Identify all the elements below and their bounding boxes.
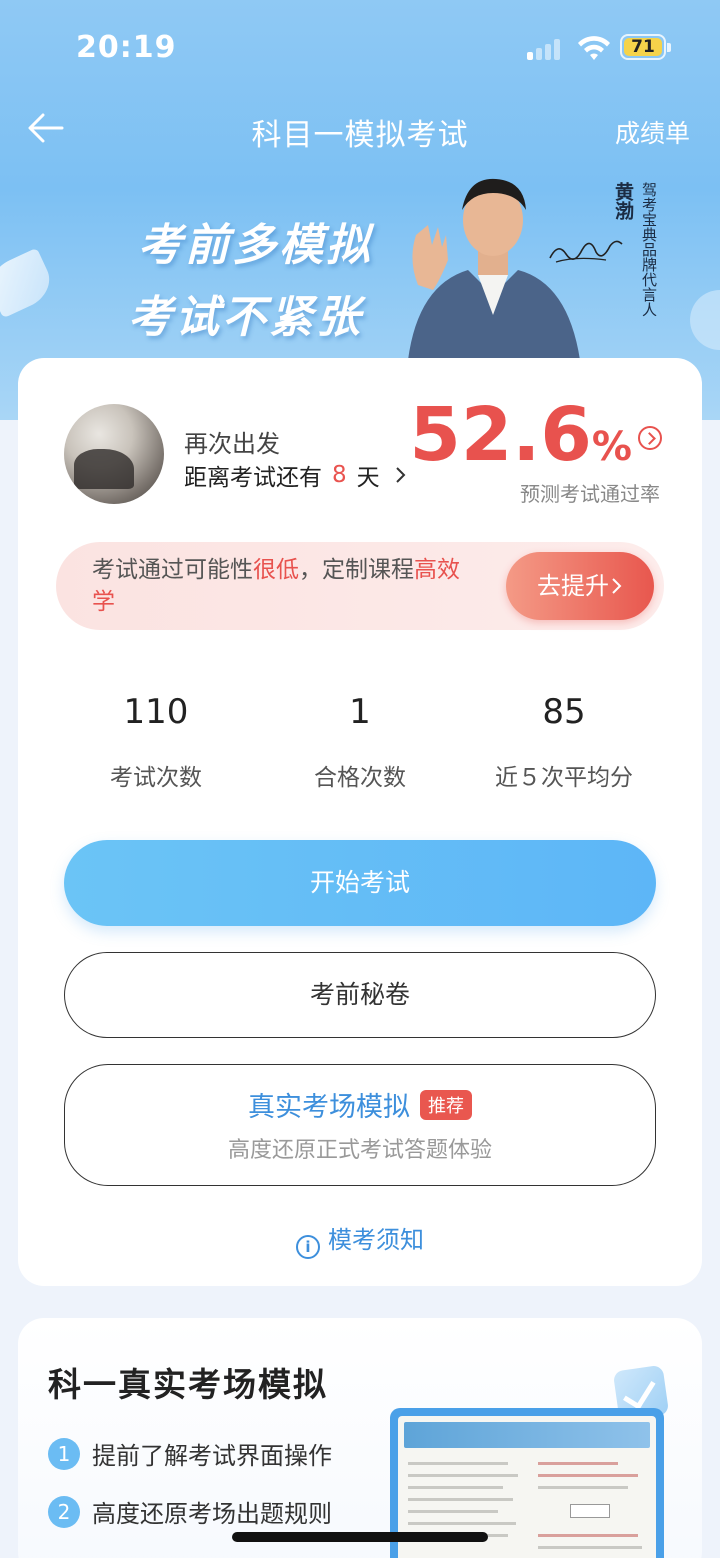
real-exam-subtitle: 高度还原正式考试答题体验: [227, 1138, 492, 1163]
pass-rate-unit: %: [591, 424, 632, 470]
section-title: 科一真实考场模拟: [48, 1365, 328, 1404]
feature-number: 2: [48, 1495, 80, 1528]
start-exam-button[interactable]: 开始考试: [64, 840, 656, 926]
alert-text-part: 考试通过可能性: [92, 557, 253, 583]
score-report-link[interactable]: 成绩单: [615, 114, 690, 150]
signal-icon: [527, 38, 563, 60]
stat-pass-count: 1 合格次数: [258, 688, 462, 792]
stat-value: 110: [123, 692, 189, 732]
alert-highlight: 很低: [253, 557, 299, 583]
decor-shape: [690, 290, 720, 350]
improve-button-label: 去提升: [537, 572, 609, 600]
secret-paper-button[interactable]: 考前秘卷: [64, 952, 656, 1038]
feature-item: 2 高度还原考场出题规则: [48, 1494, 332, 1529]
stat-label: 考试次数: [110, 765, 202, 791]
wifi-icon: [578, 36, 610, 60]
pass-rate-label: 预测考试通过率: [520, 482, 660, 506]
page-title: 科目一模拟考试: [251, 118, 469, 153]
improve-button[interactable]: 去提升: [506, 552, 654, 620]
ambassador-name: 黄渤: [612, 182, 634, 220]
battery-icon: 71: [620, 34, 671, 60]
banner-slogan: 考前多模拟 考试不紧张: [128, 210, 373, 354]
status-time: 20:19: [76, 30, 177, 65]
exam-card: 再次出发 距离考试还有 8 天 52.6% 预测考试通过率 考试通过可能性很低，…: [18, 358, 702, 1286]
pass-rate[interactable]: 52.6% 预测考试通过率: [409, 394, 662, 507]
real-exam-title: 真实考场模拟: [248, 1092, 410, 1123]
slogan-line: 考前多模拟: [138, 220, 373, 271]
real-exam-simulation-button[interactable]: 真实考场模拟 推荐 高度还原正式考试答题体验: [64, 1064, 656, 1186]
stats-row: 110 考试次数 1 合格次数 85 近５次平均分: [54, 688, 666, 792]
countdown-suffix: 天: [356, 465, 380, 491]
feature-item: 1 提前了解考试界面操作: [48, 1436, 332, 1471]
stat-value: 85: [542, 692, 586, 732]
recommend-badge: 推荐: [420, 1089, 472, 1120]
stat-label: 合格次数: [314, 765, 406, 791]
status-bar: 20:19 71: [0, 0, 720, 96]
chevron-circle-icon: [638, 426, 662, 450]
alert-text-part: ，定制课程: [299, 557, 414, 583]
stat-average-score: 85 近５次平均分: [462, 688, 666, 792]
home-indicator: [232, 1532, 488, 1542]
ambassador-tag: 驾考宝典品牌代言人: [640, 182, 658, 317]
exam-notice-link[interactable]: i 模考须知: [18, 1220, 702, 1259]
feature-text: 高度还原考场出题规则: [92, 1500, 332, 1528]
stat-exam-count: 110 考试次数: [54, 688, 258, 792]
exam-countdown[interactable]: 距离考试还有 8 天: [184, 458, 408, 492]
info-icon: i: [296, 1235, 320, 1259]
countdown-prefix: 距离考试还有: [184, 465, 322, 491]
nav-bar: 科目一模拟考试 成绩单: [0, 96, 720, 162]
decor-shape: [0, 247, 58, 319]
real-exam-section[interactable]: 科一真实考场模拟 1 提前了解考试界面操作 2 高度还原考场出题规则: [18, 1318, 702, 1558]
hero-banner: 20:19 71 科目一模拟考试 成绩单 考前多模拟 考试不紧张 黄渤 驾考宝典…: [0, 0, 720, 420]
chevron-right-icon: [395, 467, 406, 483]
countdown-days: 8: [332, 462, 347, 488]
slogan-line: 考试不紧张: [128, 292, 363, 343]
chevron-right-icon: [612, 578, 622, 594]
exam-notice-label: 模考须知: [328, 1226, 424, 1254]
stat-value: 1: [349, 692, 371, 732]
improve-alert: 考试通过可能性很低，定制课程高效学 去提升: [56, 542, 664, 630]
stat-label: 近５次平均分: [495, 765, 633, 791]
user-name: 再次出发: [184, 430, 280, 458]
feature-number: 1: [48, 1437, 80, 1470]
avatar[interactable]: [64, 404, 164, 504]
pass-rate-value: 52.6: [409, 392, 592, 478]
feature-text: 提前了解考试界面操作: [92, 1442, 332, 1470]
signature-image: [549, 240, 623, 263]
alert-text: 考试通过可能性很低，定制课程高效学: [92, 554, 472, 618]
battery-level: 71: [624, 38, 662, 56]
